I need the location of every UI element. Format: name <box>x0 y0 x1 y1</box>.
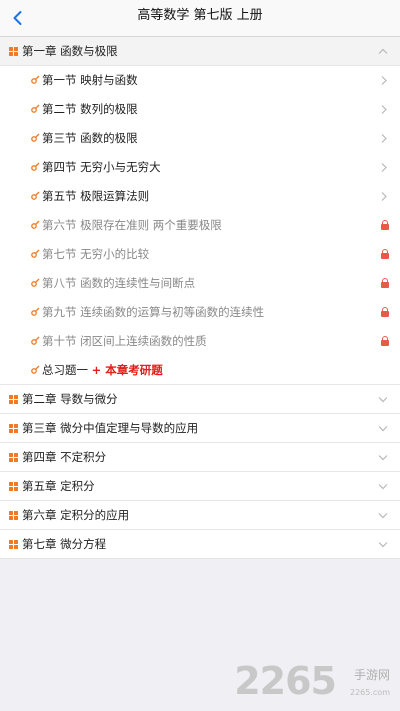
chevron-down-icon <box>378 501 388 530</box>
chevron-right-icon <box>380 182 388 211</box>
section-row-locked[interactable]: 第八节 函数的连续性与间断点 <box>0 269 400 299</box>
lock-icon <box>381 307 389 317</box>
summary-label: 总习题一 + 本章考研题 <box>42 356 163 385</box>
chapter-row[interactable]: 第四章 不定积分 <box>0 443 400 472</box>
chevron-down-icon <box>378 385 388 414</box>
chapter-label: 第一章 函数与极限 <box>22 44 118 58</box>
back-button[interactable] <box>8 8 28 28</box>
link-icon <box>31 104 40 113</box>
chevron-down-icon <box>378 443 388 472</box>
link-icon <box>31 191 40 200</box>
section-label: 第七节 无穷小的比较 <box>42 247 150 261</box>
grid-icon <box>9 511 18 520</box>
link-icon <box>31 336 40 345</box>
section-label: 第八节 函数的连续性与间断点 <box>42 276 196 290</box>
summary-title: 总习题一 <box>42 363 88 377</box>
section-label: 第九节 连续函数的运算与初等函数的连续性 <box>42 305 265 319</box>
watermark-sub: 2265.com <box>350 688 390 697</box>
section-label: 第五节 极限运算法则 <box>42 189 150 203</box>
chapter-label: 第三章 微分中值定理与导数的应用 <box>22 421 199 435</box>
watermark-number: 2265 <box>234 659 337 703</box>
link-icon <box>31 307 40 316</box>
section-label: 第二节 数列的极限 <box>42 102 138 116</box>
lock-icon <box>381 336 389 346</box>
section-row[interactable]: 第二节 数列的极限 <box>0 95 400 125</box>
chapter-row[interactable]: 第一章 函数与极限 <box>0 37 400 66</box>
chapter-label: 第二章 导数与微分 <box>22 392 118 406</box>
grid-icon <box>9 482 18 491</box>
link-icon <box>31 162 40 171</box>
link-icon <box>31 278 40 287</box>
chapter-row[interactable]: 第三章 微分中值定理与导数的应用 <box>0 414 400 443</box>
chevron-up-icon <box>378 37 388 66</box>
lock-icon <box>381 278 389 288</box>
section-label: 第四节 无穷小与无穷大 <box>42 160 161 174</box>
section-row-locked[interactable]: 第七节 无穷小的比较 <box>0 240 400 270</box>
summary-row[interactable]: 总习题一 + 本章考研题 <box>0 356 400 385</box>
exam-questions-link[interactable]: + 本章考研题 <box>92 363 163 377</box>
chapter-row[interactable]: 第五章 定积分 <box>0 472 400 501</box>
chevron-right-icon <box>380 66 388 95</box>
chevron-right-icon <box>380 124 388 153</box>
section-row-locked[interactable]: 第六节 极限存在准则 两个重要极限 <box>0 211 400 241</box>
chapter-row[interactable]: 第六章 定积分的应用 <box>0 501 400 530</box>
chapter-row[interactable]: 第七章 微分方程 <box>0 530 400 559</box>
section-row[interactable]: 第一节 映射与函数 <box>0 66 400 96</box>
navigation-bar: 高等数学 第七版 上册 <box>0 0 400 37</box>
page-title: 高等数学 第七版 上册 <box>137 8 263 23</box>
section-row[interactable]: 第三节 函数的极限 <box>0 124 400 154</box>
section-row[interactable]: 第四节 无穷小与无穷大 <box>0 153 400 183</box>
chevron-down-icon <box>378 530 388 559</box>
lock-icon <box>381 249 389 259</box>
link-icon <box>31 75 40 84</box>
chapter-row[interactable]: 第二章 导数与微分 <box>0 385 400 414</box>
chevron-down-icon <box>378 472 388 501</box>
chapter-list: 第一章 函数与极限 第一节 映射与函数 第二节 数列的极限 第三节 函数的极限 … <box>0 37 400 559</box>
grid-icon <box>9 395 18 404</box>
grid-icon <box>9 540 18 549</box>
section-label: 第十节 闭区间上连续函数的性质 <box>42 334 207 348</box>
chapter-label: 第五章 定积分 <box>22 479 95 493</box>
section-label: 第一节 映射与函数 <box>42 73 138 87</box>
link-icon <box>31 220 40 229</box>
link-icon <box>31 249 40 258</box>
section-row-locked[interactable]: 第九节 连续函数的运算与初等函数的连续性 <box>0 298 400 328</box>
grid-icon <box>9 47 18 56</box>
chevron-down-icon <box>378 414 388 443</box>
section-row[interactable]: 第五节 极限运算法则 <box>0 182 400 212</box>
section-label: 第三节 函数的极限 <box>42 131 138 145</box>
chapter-label: 第六章 定积分的应用 <box>22 508 130 522</box>
chevron-right-icon <box>380 95 388 124</box>
grid-icon <box>9 453 18 462</box>
section-label: 第六节 极限存在准则 两个重要极限 <box>42 218 222 232</box>
chevron-left-icon <box>13 11 22 25</box>
chapter-label: 第四章 不定积分 <box>22 450 107 464</box>
watermark-text: 手游网 <box>353 668 390 682</box>
chevron-right-icon <box>380 153 388 182</box>
lock-icon <box>381 220 389 230</box>
section-row-locked[interactable]: 第十节 闭区间上连续函数的性质 <box>0 327 400 357</box>
chapter-label: 第七章 微分方程 <box>22 537 107 551</box>
link-icon <box>31 133 40 142</box>
link-icon <box>31 365 40 374</box>
grid-icon <box>9 424 18 433</box>
